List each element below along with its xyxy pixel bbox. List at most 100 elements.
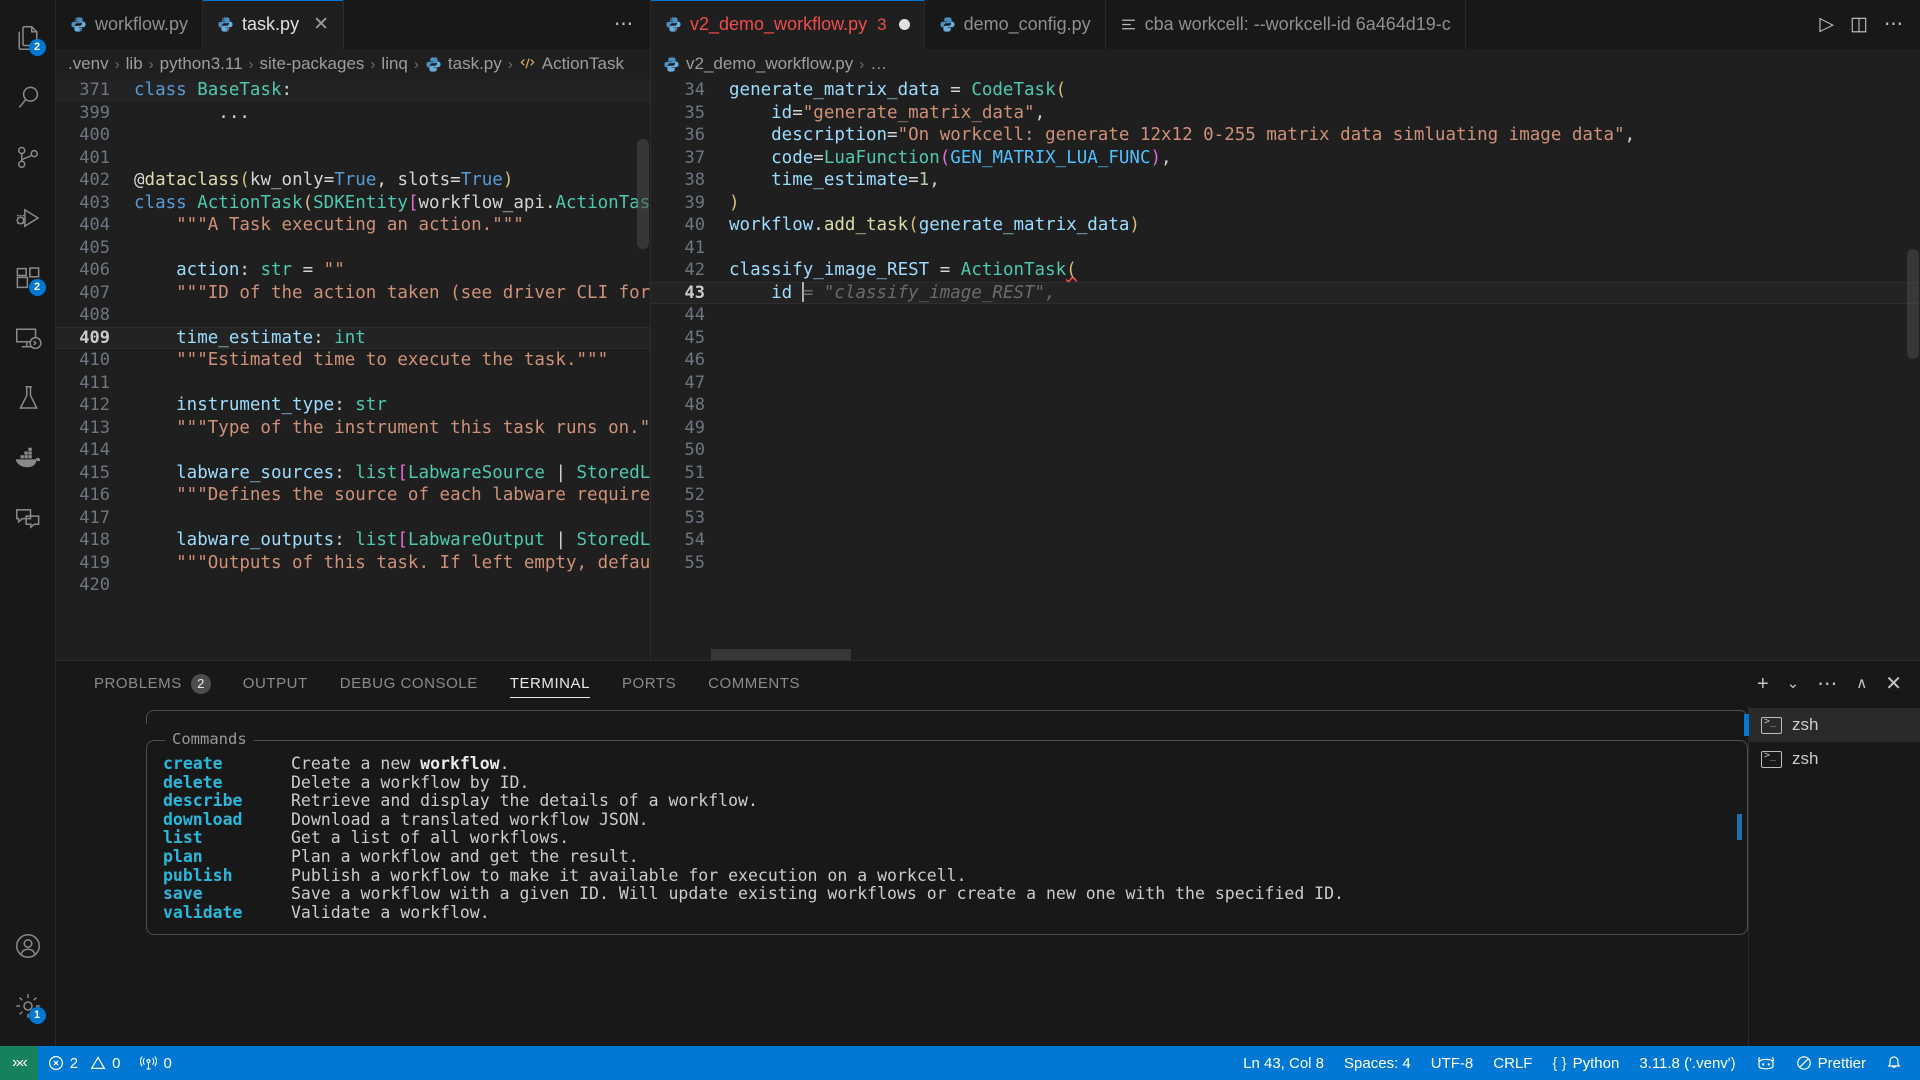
cursor-position-label: Ln 43, Col 8 — [1243, 1054, 1325, 1072]
new-terminal-icon[interactable]: + — [1757, 674, 1769, 694]
line-number: 45 — [684, 327, 705, 348]
tab-workflow-py[interactable]: workflow.py — [56, 0, 204, 49]
line-number: 46 — [684, 350, 705, 370]
activity-item-testing[interactable] — [0, 368, 56, 428]
tab-task-py[interactable]: task.py ✕ — [203, 0, 344, 49]
terminal-scrollbar[interactable] — [1737, 814, 1742, 840]
terminal-output[interactable]: Commands create Create a new workflow. del… — [56, 706, 1748, 1046]
status-eol[interactable]: CRLF — [1483, 1046, 1542, 1080]
command-name: validate — [163, 902, 243, 922]
tab-terminal[interactable]: TERMINAL — [494, 661, 606, 706]
status-notifications[interactable] — [1876, 1046, 1912, 1080]
line-number: 43 — [684, 282, 705, 303]
vscode-window: 2 2 1 workflow.py task.py ✕ ⋯ .venv › li… — [0, 0, 1920, 1080]
breadcrumb-item-actiontask[interactable]: ActionTask — [542, 54, 624, 74]
breadcrumb-item-python311[interactable]: python3.11 — [160, 54, 243, 74]
editor-scrollbar-left[interactable] — [637, 139, 649, 249]
command-description: Save a workflow with a given ID. Will up… — [291, 884, 1344, 904]
activity-item-remote-explorer[interactable] — [0, 308, 56, 368]
activity-item-run-and-debug[interactable] — [0, 188, 56, 248]
tab-cba-workcell-terminal[interactable]: cba workcell: --workcell-id 6a464d19-c — [1105, 0, 1466, 49]
code-token: : — [313, 327, 335, 348]
activity-item-source-control[interactable] — [0, 128, 56, 188]
code-token: class — [134, 80, 198, 100]
status-prettier[interactable]: Prettier — [1786, 1046, 1876, 1080]
code-token: time_estimate — [729, 170, 909, 190]
activity-item-search[interactable] — [0, 68, 56, 128]
status-python-interpreter[interactable]: 3.11.8 ('.venv') — [1629, 1046, 1745, 1080]
code-token: : — [281, 80, 293, 100]
code-text: """Defines the source of each labware re… — [128, 484, 650, 507]
code-line: 41 — [651, 237, 1920, 260]
code-line: 418 labware_outputs: list[LabwareOutput … — [56, 529, 650, 552]
code-token: [ — [407, 192, 419, 213]
tab-problems[interactable]: PROBLEMS 2 — [78, 661, 227, 706]
code-text: instrument_type: str — [128, 394, 650, 417]
more-actions-icon[interactable]: ⋯ — [1817, 674, 1838, 694]
run-python-file-icon[interactable]: ▷ — [1819, 15, 1834, 34]
status-copilot[interactable] — [1746, 1046, 1786, 1080]
breadcrumb-item-site-packages[interactable]: site-packages — [260, 54, 365, 74]
maximize-panel-icon[interactable]: ∧ — [1856, 676, 1867, 691]
activity-item-extensions[interactable]: 2 — [0, 248, 56, 308]
activity-item-chat[interactable] — [0, 488, 56, 548]
close-icon[interactable]: ✕ — [313, 15, 329, 34]
code-token: slots — [397, 170, 451, 190]
breadcrumb-item-linq[interactable]: linq — [381, 54, 407, 74]
close-panel-icon[interactable]: ✕ — [1885, 674, 1902, 694]
prohibited-icon — [1796, 1055, 1812, 1071]
tab-demo-config-py[interactable]: demo_config.py — [924, 0, 1106, 49]
status-radio-tower[interactable]: 0 — [130, 1046, 181, 1080]
python-icon — [664, 56, 679, 72]
tab-ports[interactable]: PORTS — [606, 661, 692, 706]
editor-area: workflow.py task.py ✕ ⋯ .venv › lib › py… — [56, 0, 1920, 660]
status-encoding[interactable]: UTF-8 — [1421, 1046, 1484, 1080]
tab-comments[interactable]: COMMENTS — [692, 661, 816, 706]
inline-suggestion[interactable]: = "classify_image_REST", — [803, 283, 1056, 303]
code-token: , — [1624, 125, 1636, 145]
breadcrumb-item-lib[interactable]: lib — [126, 54, 143, 74]
activity-item-manage-settings[interactable]: 1 — [0, 976, 56, 1036]
code-token: = — [813, 147, 824, 168]
status-cursor-position[interactable]: Ln 43, Col 8 — [1233, 1046, 1334, 1080]
activity-item-explorer[interactable]: 2 — [0, 8, 56, 68]
status-errors-warnings[interactable]: 2 0 — [38, 1046, 131, 1080]
code-line: 409 time_estimate: int — [56, 326, 650, 349]
activity-item-docker[interactable] — [0, 428, 56, 488]
command-description: Retrieve and display the details of a wo… — [291, 791, 758, 811]
code-token: ) — [502, 170, 514, 190]
terminal-tab-zsh-1[interactable]: zsh — [1744, 708, 1920, 742]
terminal-tab-zsh-2[interactable]: zsh — [1749, 742, 1920, 776]
command-row: download Download a translated workflow J… — [163, 810, 1731, 830]
code-editor-right[interactable]: 34 generate_matrix_data = CodeTask(35 id=… — [651, 79, 1920, 660]
code-token: "" — [323, 260, 345, 280]
split-editor-icon[interactable]: ◫ — [1850, 15, 1868, 34]
activity-item-accounts[interactable] — [0, 916, 56, 976]
breadcrumb-item-v2-demo-workflow-py[interactable]: v2_demo_workflow.py — [686, 54, 853, 74]
code-line: 410 """Estimated time to execute the tas… — [56, 349, 650, 372]
tab-debug-console[interactable]: DEBUG CONSOLE — [324, 661, 494, 706]
line-number: 55 — [684, 552, 705, 573]
more-actions-icon[interactable]: ⋯ — [614, 15, 634, 34]
code-line: 415 labware_sources: list[LabwareSource … — [56, 462, 650, 485]
status-language-mode[interactable]: { } Python — [1542, 1046, 1629, 1080]
code-editor-left[interactable]: 371 class BaseTask: 399 ... 400 401 402 @datac… — [56, 79, 650, 660]
breadcrumb-item-task-py[interactable]: task.py — [448, 54, 502, 74]
breadcrumb-item-overflow[interactable]: … — [870, 54, 887, 74]
status-indentation[interactable]: Spaces: 4 — [1334, 1046, 1421, 1080]
tab-output[interactable]: OUTPUT — [227, 661, 324, 706]
remote-indicator[interactable]: »« — [0, 1046, 38, 1080]
code-line: 48 — [651, 394, 1920, 417]
chevron-down-icon[interactable]: ⌄ — [1787, 676, 1800, 691]
tab-v2-demo-workflow-py[interactable]: v2_demo_workflow.py 3 — [651, 0, 925, 49]
command-description: Validate a workflow. — [291, 902, 490, 922]
code-text: ... — [128, 102, 650, 125]
commands-box-title: Commands — [165, 730, 254, 748]
terminal-icon — [1761, 716, 1782, 734]
tab-error-count: 3 — [877, 14, 887, 34]
more-actions-icon[interactable]: ⋯ — [1884, 15, 1904, 34]
breadcrumb-item-venv[interactable]: .venv — [68, 54, 109, 74]
dirty-indicator-icon[interactable] — [898, 19, 910, 30]
editor-hscrollbar-right[interactable] — [711, 649, 851, 660]
editor-scrollbar-right[interactable] — [1907, 249, 1919, 359]
